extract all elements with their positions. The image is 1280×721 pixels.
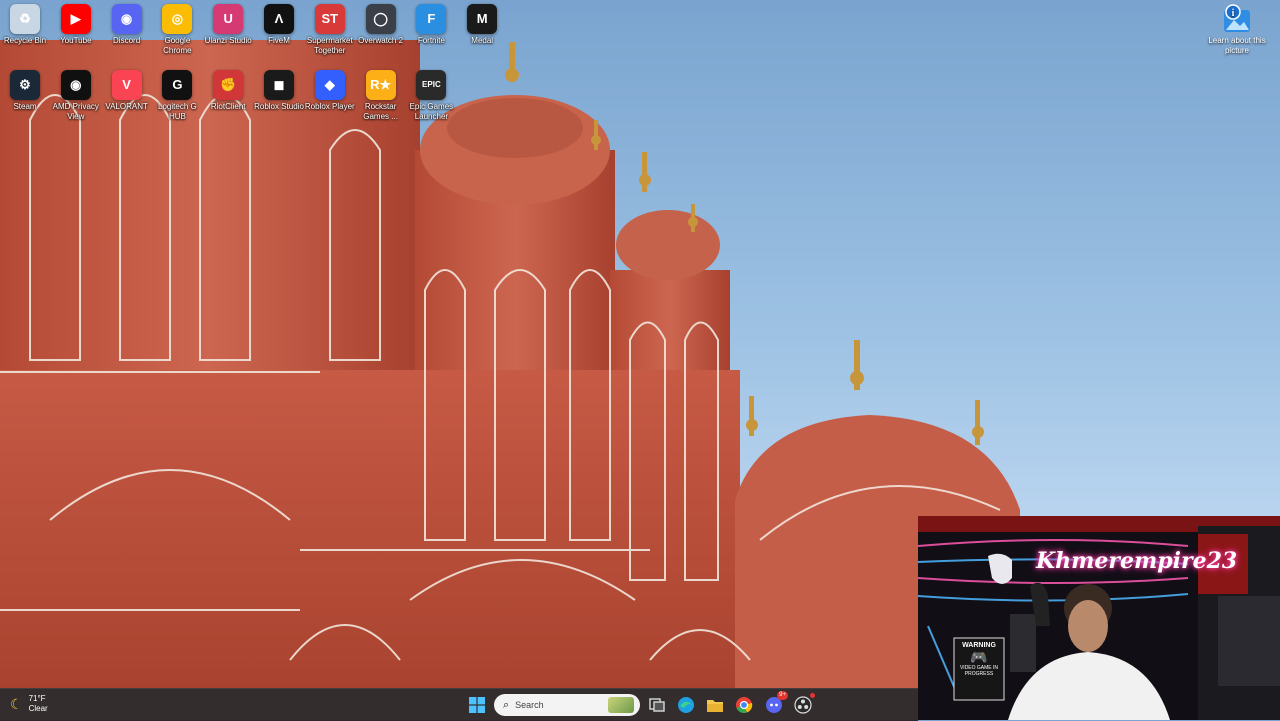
roblox-player-icon: ◆ <box>314 70 345 100</box>
desktop-shortcut[interactable]: U Ulanzi Studio <box>200 4 256 46</box>
webcam-neon-text: Khmerempire23 <box>1036 548 1238 574</box>
desktop-shortcut[interactable]: ◉ Discord <box>99 4 155 46</box>
svg-text:i: i <box>1232 8 1235 19</box>
desktop-shortcut[interactable]: ◆ Roblox Player <box>302 70 358 112</box>
edge-icon <box>678 697 694 713</box>
taskbar: ☾ 71°F Clear ⌕ Search 9+ <box>0 688 918 721</box>
desktop-shortcut-label: Roblox Player <box>304 102 355 111</box>
desktop-shortcut-label: Fortnite <box>417 36 445 45</box>
logitech-icon: G <box>162 70 193 100</box>
edge-button[interactable] <box>674 693 698 717</box>
chrome-icon <box>736 697 753 713</box>
medal-icon: M <box>467 4 498 34</box>
windows-start-icon <box>469 697 485 713</box>
desktop-shortcut[interactable]: ✊ RiotClient <box>200 70 256 112</box>
desktop-shortcut-label: AMD Privacy View <box>52 102 99 121</box>
riot-icon: ✊ <box>213 70 244 100</box>
file-explorer-icon <box>707 699 723 712</box>
desktop-shortcut[interactable]: V VALORANT <box>99 70 155 112</box>
desktop-shortcut[interactable]: ♻ Recycle Bin <box>0 4 53 46</box>
info-picture-icon: i <box>1222 4 1252 34</box>
epic-games-icon: EPIC <box>416 70 447 100</box>
rockstar-icon: R★ <box>365 70 396 100</box>
desktop-shortcut-label: Rockstar Games ... <box>363 102 398 121</box>
chrome-icon: ◎ <box>162 4 193 34</box>
desktop-shortcut[interactable]: ST Supermarket Together <box>302 4 358 56</box>
taskbar-search-box[interactable]: ⌕ Search <box>494 694 640 716</box>
desktop-shortcut[interactable]: ◯ Overwatch 2 <box>353 4 409 46</box>
desktop-shortcut[interactable]: ⚙ Steam <box>0 70 53 112</box>
chrome-taskbar-button[interactable] <box>732 693 756 717</box>
supermarket-icon: ST <box>314 4 345 34</box>
moon-weather-icon: ☾ <box>10 695 23 712</box>
discord-icon: ◉ <box>111 4 142 34</box>
fivem-icon: Λ <box>264 4 294 34</box>
desktop-shortcut[interactable]: ◎ Google Chrome <box>149 4 205 56</box>
ulanzi-icon: U <box>213 4 244 34</box>
gamepad-icon: 🎮 <box>970 649 988 665</box>
warning-sign: WARNING 🎮 VIDEO GAME IN PROGRESS <box>956 642 1002 677</box>
learn-about-picture-label: Learn about this picture <box>1208 36 1266 55</box>
valorant-icon: V <box>111 70 142 100</box>
desktop-shortcut-label: RiotClient <box>210 102 246 111</box>
desktop-shortcut[interactable]: ◉ AMD Privacy View <box>48 70 104 122</box>
learn-about-picture[interactable]: i Learn about this picture <box>1204 4 1270 56</box>
task-view-button[interactable] <box>645 693 669 717</box>
warning-sign-title: WARNING <box>962 642 996 649</box>
desktop-shortcut-label: Discord <box>113 36 141 45</box>
obs-taskbar-button[interactable] <box>791 693 815 717</box>
desktop-shortcut[interactable]: F Fortnite <box>403 4 459 46</box>
warning-sign-text: VIDEO GAME IN PROGRESS <box>959 665 999 677</box>
amd-privacy-icon: ◉ <box>60 70 91 100</box>
webcam-overlay: Khmerempire23 WARNING 🎮 VIDEO GAME IN PR… <box>918 516 1280 720</box>
roblox-studio-icon: ◼ <box>264 70 294 100</box>
desktop-shortcut-label: YouTube <box>60 36 92 45</box>
search-icon: ⌕ <box>503 698 510 711</box>
desktop-shortcut[interactable]: Λ FiveM <box>251 4 307 46</box>
youtube-icon: ▶ <box>60 4 91 34</box>
fortnite-icon: F <box>416 4 447 34</box>
desktop-shortcut-label: Steam <box>13 102 37 111</box>
desktop-shortcut-label: Overwatch 2 <box>358 36 404 45</box>
desktop-shortcut-label: Logitech G HUB <box>158 102 197 121</box>
desktop-shortcut-label: Google Chrome <box>163 36 192 55</box>
obs-recording-dot <box>810 693 815 698</box>
steam-icon: ⚙ <box>10 70 40 100</box>
desktop-shortcut-label: Medal <box>471 36 494 45</box>
weather-temperature: 71°F <box>28 694 46 703</box>
desktop-shortcut-label: Supermarket Together <box>306 36 353 55</box>
desktop-shortcut-label: FiveM <box>268 36 290 45</box>
obs-icon <box>794 696 812 714</box>
start-button[interactable] <box>465 693 489 717</box>
discord-notification-badge: 9+ <box>777 691 788 700</box>
desktop-shortcut-label: Roblox Studio <box>254 102 304 111</box>
weather-description: Clear <box>28 704 48 713</box>
desktop-shortcut-label: Ulanzi Studio <box>204 36 252 45</box>
search-placeholder: Search <box>515 700 544 710</box>
file-explorer-button[interactable] <box>703 693 727 717</box>
recycle-bin-icon: ♻ <box>10 4 40 34</box>
desktop-shortcut-label: Recycle Bin <box>3 36 47 45</box>
desktop-shortcut[interactable]: G Logitech G HUB <box>149 70 205 122</box>
desktop-shortcut[interactable]: M Medal <box>454 4 510 46</box>
search-highlight-icon <box>608 697 634 713</box>
task-view-icon <box>649 698 665 712</box>
desktop-shortcut[interactable]: R★ Rockstar Games ... <box>353 70 409 122</box>
desktop-shortcut-label: VALORANT <box>105 102 148 111</box>
desktop-shortcut-label: Epic Games Launcher <box>409 102 454 121</box>
overwatch-icon: ◯ <box>365 4 396 34</box>
weather-widget[interactable]: ☾ 71°F Clear <box>10 694 48 714</box>
desktop-shortcut[interactable]: EPIC Epic Games Launcher <box>403 70 459 122</box>
desktop-shortcut[interactable]: ◼ Roblox Studio <box>251 70 307 112</box>
discord-taskbar-button[interactable]: 9+ <box>762 691 788 717</box>
desktop-shortcut[interactable]: ▶ YouTube <box>48 4 104 46</box>
